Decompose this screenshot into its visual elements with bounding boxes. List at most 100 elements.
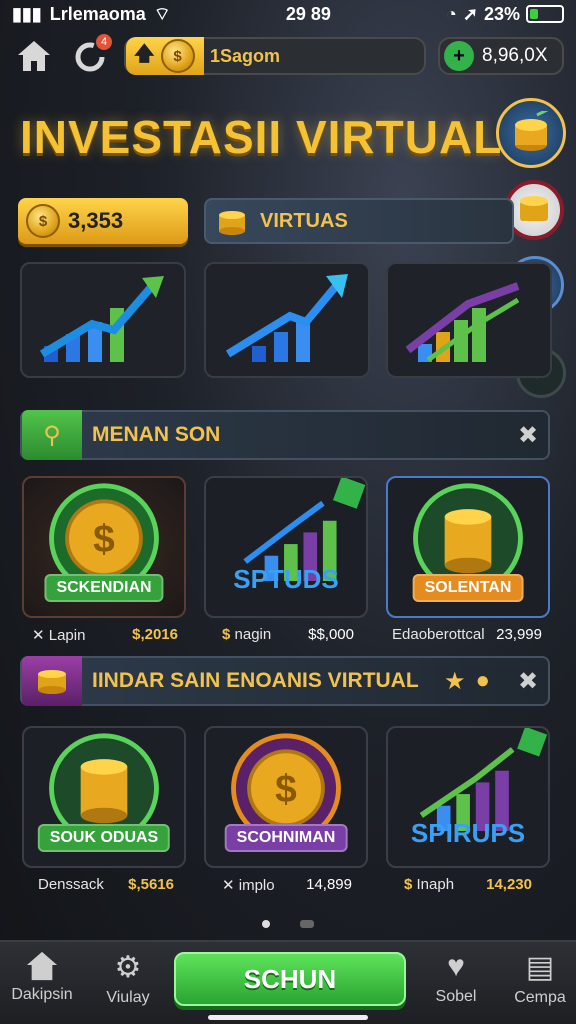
- signal-icon: ▮▮▮: [12, 3, 42, 24]
- coin-icon: $: [26, 204, 60, 238]
- card-section2-3[interactable]: SPIRUPS: [386, 726, 550, 868]
- nav-item-favorites[interactable]: ♥ Sobel: [416, 950, 496, 1006]
- balance-value: 8,96,0X: [482, 45, 548, 66]
- coin-stack-icon: [38, 670, 66, 694]
- nav-label: Dakipsin: [11, 986, 73, 1003]
- growth-chart-icon: [405, 282, 520, 363]
- section2-banner[interactable]: IINDAR SAIN ENOANIS VIRTUAL ★ ● ✖: [20, 656, 550, 706]
- card-section2-2[interactable]: $ SCOHNIMAN: [204, 726, 368, 868]
- card-meta-3: Edaoberottcal 23,999: [392, 626, 542, 643]
- section1-banner[interactable]: ⚲ MENAN SON ✖: [20, 410, 550, 460]
- primary-action-button[interactable]: SCHUN: [174, 952, 406, 1006]
- card-label: SPTUDS: [233, 564, 339, 594]
- coins-quest-button[interactable]: [496, 98, 566, 168]
- nav-item-settings[interactable]: ⚙ Viulay: [88, 950, 168, 1007]
- pager-dot[interactable]: [300, 920, 314, 928]
- meta-left: Edaoberottcal: [392, 626, 485, 643]
- bottom-nav: Dakipsin ⚙ Viulay SCHUN ♥ Sobel ▤ Cempa: [0, 940, 576, 1024]
- svg-text:$: $: [93, 518, 115, 561]
- heart-icon: ♥: [447, 950, 465, 983]
- wifi-icon: ⌔: [153, 3, 171, 24]
- home-icon: [18, 41, 50, 71]
- balance-button[interactable]: $ 3,353: [18, 198, 188, 244]
- coin-barrel-icon: [520, 196, 548, 221]
- card-section1-2[interactable]: SPTUDS: [204, 476, 368, 618]
- coin-value: 1Sagom: [210, 45, 281, 66]
- battery-percent: 23%: [483, 3, 520, 24]
- refresh-button[interactable]: 4: [68, 34, 112, 78]
- section2-tag: [22, 656, 82, 706]
- balance-pill[interactable]: + 8,96,0X: [438, 37, 564, 75]
- home-icon: [26, 951, 58, 981]
- close-icon[interactable]: ✖: [508, 667, 548, 696]
- clock: 29 89: [285, 3, 331, 24]
- meta-left: implo: [238, 877, 275, 894]
- page-indicator: [0, 920, 576, 928]
- top-bar: 4 🡅 $ 1Sagom + 8,96,0X: [0, 32, 576, 80]
- tag-icon: ⚲: [43, 421, 61, 449]
- nav-item-home[interactable]: Dakipsin: [2, 950, 82, 1004]
- card-meta-6: $ Inaph 14,230: [404, 876, 532, 893]
- card-label: SOUK ODUAS: [37, 824, 171, 852]
- coin-stack-icon: [219, 211, 245, 235]
- battery-icon: [525, 5, 564, 23]
- card-meta-5: ✕ implo 14,899: [222, 876, 352, 894]
- nav-item-wallet[interactable]: ▤ Cempa: [500, 950, 576, 1007]
- section2-label: IINDAR SAIN ENOANIS VIRTUAL: [92, 669, 419, 692]
- meta-left: Inaph: [416, 876, 455, 893]
- coin-icon: $: [160, 39, 195, 73]
- meta-right: 14,899: [306, 876, 352, 893]
- section1-tag: ⚲: [22, 410, 82, 460]
- card-label: SPIRUPS: [410, 818, 526, 848]
- location-icon: ➚: [462, 3, 478, 24]
- coin-stack-icon: [515, 111, 549, 151]
- meta-left: Denssack: [38, 876, 104, 893]
- meta-right: 23,999: [496, 626, 542, 643]
- card-label: SCOHNIMAN: [224, 824, 348, 852]
- coin-pill[interactable]: 🡅 $ 1Sagom: [124, 37, 426, 75]
- nav-label: Sobel: [435, 988, 477, 1005]
- nav-label: Viulay: [106, 989, 150, 1006]
- growth-chart-icon: [39, 276, 164, 362]
- home-button[interactable]: [12, 34, 56, 78]
- growth-chart-icon: [225, 274, 348, 362]
- alarm-icon: ◔: [445, 3, 457, 24]
- status-bar: ▮▮▮ Lrlemaoma ⌔ 29 89 ◔ ➚ 23%: [0, 0, 576, 28]
- home-indicator: [208, 1015, 368, 1020]
- card-label: SOLENTAN: [412, 574, 524, 602]
- carrier-name: Lrlemaoma: [49, 3, 146, 24]
- up-arrow-icon: 🡅: [134, 43, 155, 65]
- balance-button-value: 3,353: [68, 208, 124, 233]
- dollar-icon: $: [404, 876, 417, 893]
- add-icon: +: [444, 41, 474, 71]
- briefcase-icon: ▤: [525, 951, 555, 984]
- dollar-icon: $: [222, 626, 235, 643]
- virtual-pill-label: VIRTUAS: [260, 209, 348, 232]
- star-icon: ★: [443, 667, 466, 695]
- card-meta-1: ✕ Lapin $,2016: [32, 626, 178, 644]
- card-label: SCKENDIAN: [44, 574, 164, 602]
- nav-label: Cempa: [514, 989, 566, 1006]
- section1-label: MENAN SON: [92, 423, 221, 446]
- virtual-pill[interactable]: VIRTUAS: [204, 198, 514, 244]
- card-section1-3[interactable]: SOLENTAN: [386, 476, 550, 618]
- card-section1-1[interactable]: $ SCKENDIAN: [22, 476, 186, 618]
- meta-right: $$,000: [308, 626, 354, 643]
- card-section2-1[interactable]: SOUK ODUAS: [22, 726, 186, 868]
- gear-icon: ⚙: [114, 951, 142, 984]
- growth-chart-tile-3[interactable]: [386, 262, 552, 378]
- card-meta-2: $ nagin $$,000: [222, 626, 354, 643]
- pager-dot-active[interactable]: [262, 920, 270, 928]
- meta-left: nagin: [234, 626, 272, 643]
- svg-text:$: $: [275, 768, 297, 811]
- meta-right: $,5616: [128, 876, 174, 893]
- growth-chart-tile-1[interactable]: [20, 262, 186, 378]
- x-icon: ✕: [222, 877, 239, 894]
- meta-right: 14,230: [486, 876, 532, 893]
- coin-icon: ●: [475, 667, 491, 694]
- close-icon[interactable]: ✖: [508, 421, 548, 450]
- growth-chart-tile-2[interactable]: [204, 262, 370, 378]
- page-title: INVESTASII VIRTUAL: [20, 111, 503, 163]
- card-meta-4: Denssack $,5616: [38, 876, 174, 893]
- notification-badge: 4: [96, 34, 112, 50]
